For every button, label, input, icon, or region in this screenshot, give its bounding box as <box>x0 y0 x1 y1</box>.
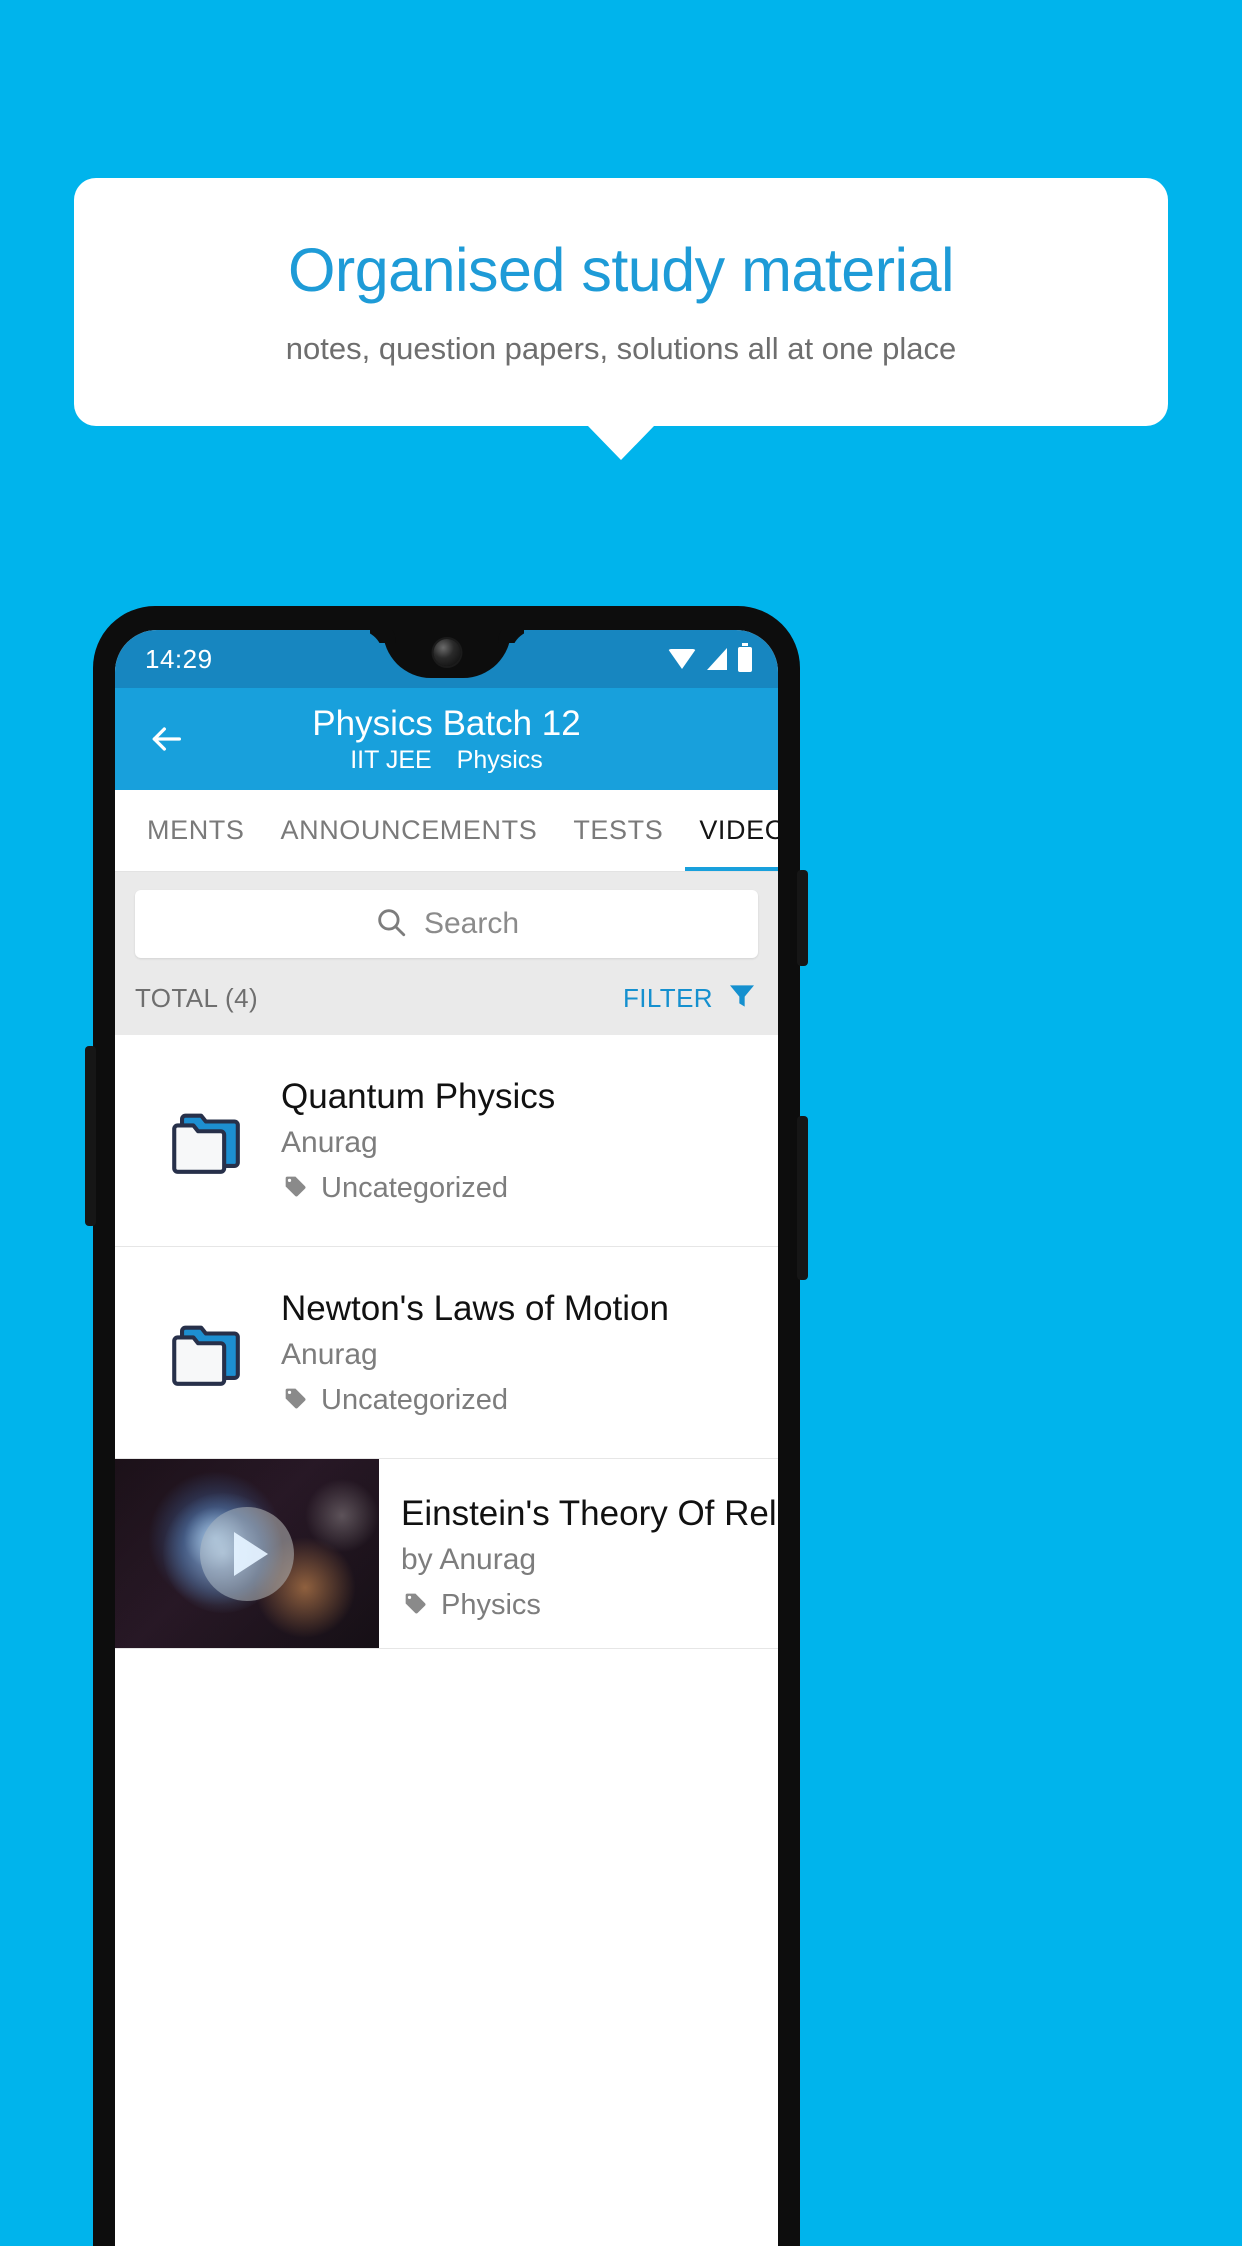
list-item-body: Newton's Laws of Motion Anurag Uncategor… <box>281 1288 760 1417</box>
tag-label: Uncategorized <box>321 1384 508 1416</box>
app-bar: Physics Batch 12 IIT JEE Physics <box>115 688 778 790</box>
phone-device: 14:29 Physics Batch 12 IIT JEE Physics M… <box>85 606 808 2246</box>
phone-volume-button[interactable] <box>797 870 808 966</box>
total-count-label: TOTAL (4) <box>135 983 259 1013</box>
promo-bubble-tail <box>588 426 654 460</box>
list-item-title: Newton's Laws of Motion <box>281 1289 669 1328</box>
phone-screen: 14:29 Physics Batch 12 IIT JEE Physics M… <box>115 630 778 2246</box>
list-item-author: Anurag <box>281 1126 378 1159</box>
battery-icon <box>738 642 752 672</box>
wifi-icon <box>668 649 696 669</box>
content-list: Quantum Physics Anurag Uncategorized New… <box>115 1035 778 1649</box>
status-icons <box>668 642 752 672</box>
list-item-author: by Anurag <box>401 1543 537 1576</box>
list-item-title: Einstein's Theory Of Relativity <box>401 1494 778 1533</box>
list-item-tag: Uncategorized <box>281 1384 750 1417</box>
tag-icon <box>281 1384 309 1417</box>
folder-icon <box>133 1105 281 1177</box>
filter-funnel-icon <box>726 980 758 1017</box>
page-title: Physics Batch 12 <box>312 703 581 743</box>
play-icon[interactable] <box>200 1506 294 1601</box>
search-placeholder: Search <box>423 907 520 940</box>
list-item-tag: Physics <box>401 1589 778 1622</box>
phone-left-button[interactable] <box>85 1046 96 1226</box>
signal-icon <box>707 648 727 670</box>
video-thumbnail[interactable] <box>115 1459 379 1648</box>
list-item[interactable]: Newton's Laws of Motion Anurag Uncategor… <box>115 1247 778 1459</box>
list-item-body: Einstein's Theory Of Relativity by Anura… <box>379 1459 778 1648</box>
list-toolbar: TOTAL (4) FILTER <box>115 974 778 1035</box>
promo-title: Organised study material <box>287 236 955 305</box>
filter-label: FILTER <box>622 983 713 1013</box>
filter-button[interactable]: FILTER <box>623 980 758 1017</box>
tab-videos[interactable]: VIDEOS <box>681 790 778 871</box>
tag-label: Uncategorized <box>321 1172 508 1204</box>
search-icon <box>374 905 408 944</box>
list-item-tag: Uncategorized <box>281 1172 750 1205</box>
breadcrumb-subject: Physics <box>456 745 543 774</box>
promo-subtitle: notes, question papers, solutions all at… <box>285 330 957 366</box>
breadcrumb-exam: IIT JEE <box>350 745 432 774</box>
status-bar: 14:29 <box>115 630 778 688</box>
app-bar-titles: Physics Batch 12 IIT JEE Physics <box>115 704 778 775</box>
tab-tests[interactable]: TESTS <box>555 790 681 871</box>
tag-icon <box>401 1589 429 1622</box>
status-time: 14:29 <box>145 643 213 674</box>
list-item-body: Quantum Physics Anurag Uncategorized <box>281 1076 760 1205</box>
search-input[interactable]: Search <box>135 890 758 958</box>
play-triangle <box>234 1531 268 1576</box>
front-camera <box>433 639 460 666</box>
breadcrumb: IIT JEE Physics <box>115 745 778 775</box>
list-item-title: Quantum Physics <box>281 1077 556 1116</box>
tag-icon <box>281 1172 309 1205</box>
list-item[interactable]: Einstein's Theory Of Relativity by Anura… <box>115 1459 778 1649</box>
back-arrow-icon[interactable] <box>139 712 193 766</box>
tab-announcements[interactable]: ANNOUNCEMENTS <box>263 790 556 871</box>
list-item-author: Anurag <box>281 1338 378 1371</box>
folder-icon <box>133 1317 281 1389</box>
tab-bar: MENTS ANNOUNCEMENTS TESTS VIDEOS <box>115 790 778 872</box>
phone-power-button[interactable] <box>797 1116 808 1280</box>
promo-bubble: Organised study material notes, question… <box>74 178 1168 426</box>
tab-ments[interactable]: MENTS <box>129 790 263 871</box>
list-item[interactable]: Quantum Physics Anurag Uncategorized <box>115 1035 778 1247</box>
tag-label: Physics <box>441 1589 541 1621</box>
search-section: Search <box>115 872 778 974</box>
